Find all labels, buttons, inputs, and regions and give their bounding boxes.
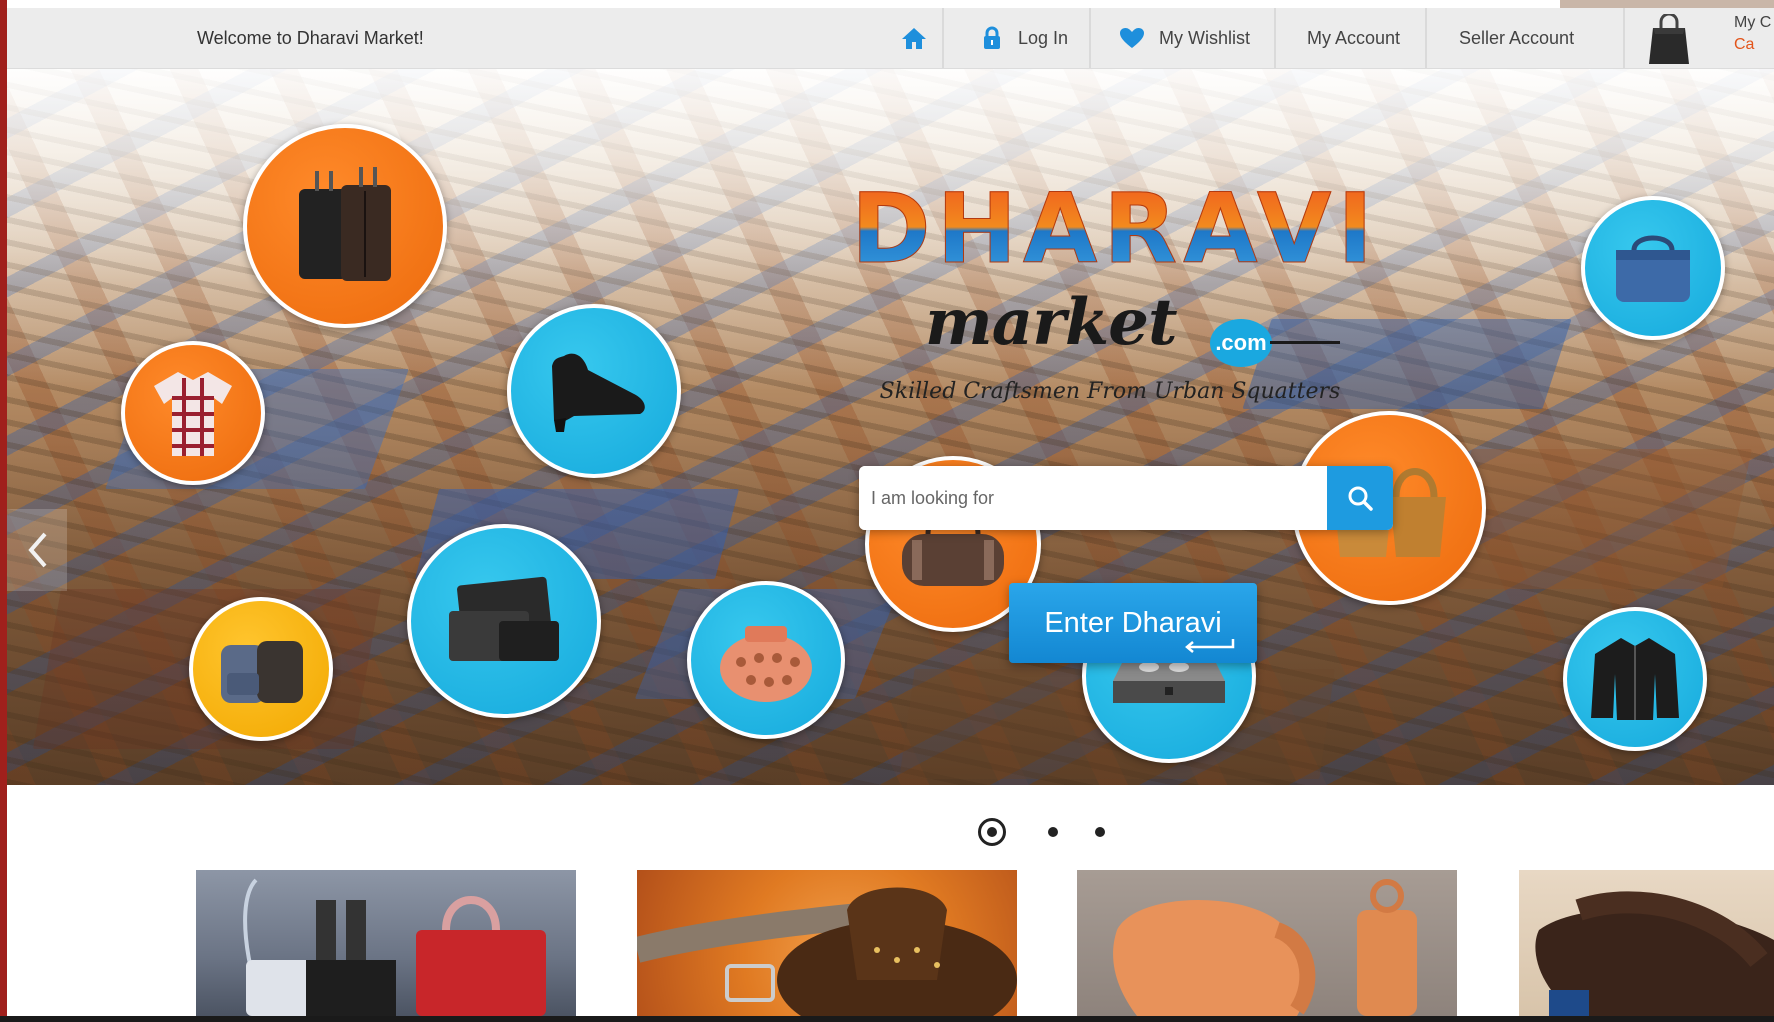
pot-icon <box>720 626 812 702</box>
login-label: Log In <box>1018 27 1069 48</box>
wallet-icon <box>449 576 559 661</box>
search-button[interactable] <box>1327 466 1393 530</box>
product-denim-bag[interactable] <box>1581 196 1725 340</box>
chevron-left-icon <box>28 532 47 568</box>
product-luggage[interactable] <box>243 124 447 328</box>
logo-underline <box>1270 341 1340 344</box>
site-logo[interactable]: DHARAVI market .com Skilled Craftsmen Fr… <box>850 177 1380 417</box>
carousel-dot-active[interactable] <box>978 818 1006 846</box>
product-wallets[interactable] <box>407 524 601 718</box>
carousel-prev-button[interactable] <box>7 509 67 591</box>
my-account-link[interactable]: My Account <box>1307 8 1400 68</box>
nav-divider <box>1274 8 1276 68</box>
category-tile-handicrafts[interactable] <box>1077 870 1457 1016</box>
login-link[interactable]: Log In <box>982 8 1068 68</box>
nav-divider <box>1089 8 1091 68</box>
cart-count: Ca <box>1734 36 1755 53</box>
logo-tagline: Skilled Craftsmen From Urban Squatters <box>879 379 1341 404</box>
wishlist-link[interactable]: My Wishlist <box>1119 8 1250 68</box>
product-shirt[interactable] <box>121 341 265 485</box>
category-tile-bags[interactable] <box>196 870 576 1016</box>
nav-divider <box>1623 8 1625 68</box>
shoe-icon <box>552 353 645 432</box>
nav-divider <box>1425 8 1427 68</box>
enter-dharavi-label: Enter Dharavi <box>1044 606 1222 639</box>
belt-hat-image <box>637 887 1017 1016</box>
search-icon <box>1348 486 1373 511</box>
search-input[interactable] <box>859 466 1325 530</box>
shopping-bag-icon <box>1649 12 1689 64</box>
jacket-icon <box>1591 638 1679 720</box>
backpack-icon <box>221 641 303 703</box>
search-bar <box>859 466 1393 530</box>
cart-button[interactable] <box>1647 12 1691 66</box>
carousel-dot[interactable] <box>1095 827 1105 837</box>
window-left-edge <box>0 0 7 1022</box>
product-backpacks[interactable] <box>189 597 333 741</box>
logo-dotcom: .com <box>1210 319 1272 367</box>
home-link[interactable] <box>900 8 928 68</box>
bags-image <box>243 878 546 1016</box>
carousel-dot[interactable] <box>1048 827 1058 837</box>
logo-market: market <box>925 285 1178 360</box>
product-leather-jacket[interactable] <box>1563 607 1707 751</box>
sandal-image <box>1535 891 1774 1016</box>
wishlist-label: My Wishlist <box>1159 27 1250 48</box>
hero-banner: DHARAVI market .com Skilled Craftsmen Fr… <box>7 69 1774 785</box>
cart-summary[interactable]: My C Ca <box>1734 12 1771 56</box>
top-bar: Welcome to Dharavi Market! Log In My Wis… <box>7 8 1774 69</box>
category-tile-footwear[interactable] <box>1519 870 1774 1016</box>
product-shoe[interactable] <box>507 304 681 478</box>
logo-title: DHARAVI <box>850 173 1380 285</box>
nav-divider <box>942 8 944 68</box>
luggage-icon <box>299 167 391 281</box>
seller-account-label: Seller Account <box>1459 27 1575 48</box>
heart-icon <box>1120 28 1144 48</box>
enter-dharavi-button[interactable]: Enter Dharavi <box>1009 583 1257 663</box>
elephant-image <box>1113 879 1417 1016</box>
category-tile-accessories[interactable] <box>637 870 1017 1016</box>
home-icon <box>902 28 926 49</box>
seller-account-link[interactable]: Seller Account <box>1459 8 1574 68</box>
my-account-label: My Account <box>1307 27 1401 48</box>
product-terracotta-pot[interactable] <box>687 581 845 739</box>
window-bottom-strip <box>0 1016 1774 1022</box>
lock-icon <box>984 26 1000 49</box>
cart-label: My C <box>1734 14 1772 31</box>
window-top-strip <box>1560 0 1774 8</box>
return-arrow-icon <box>1185 639 1235 653</box>
shirt-icon <box>154 372 232 456</box>
welcome-text: Welcome to Dharavi Market! <box>197 28 424 48</box>
handbag-icon <box>1616 235 1690 302</box>
